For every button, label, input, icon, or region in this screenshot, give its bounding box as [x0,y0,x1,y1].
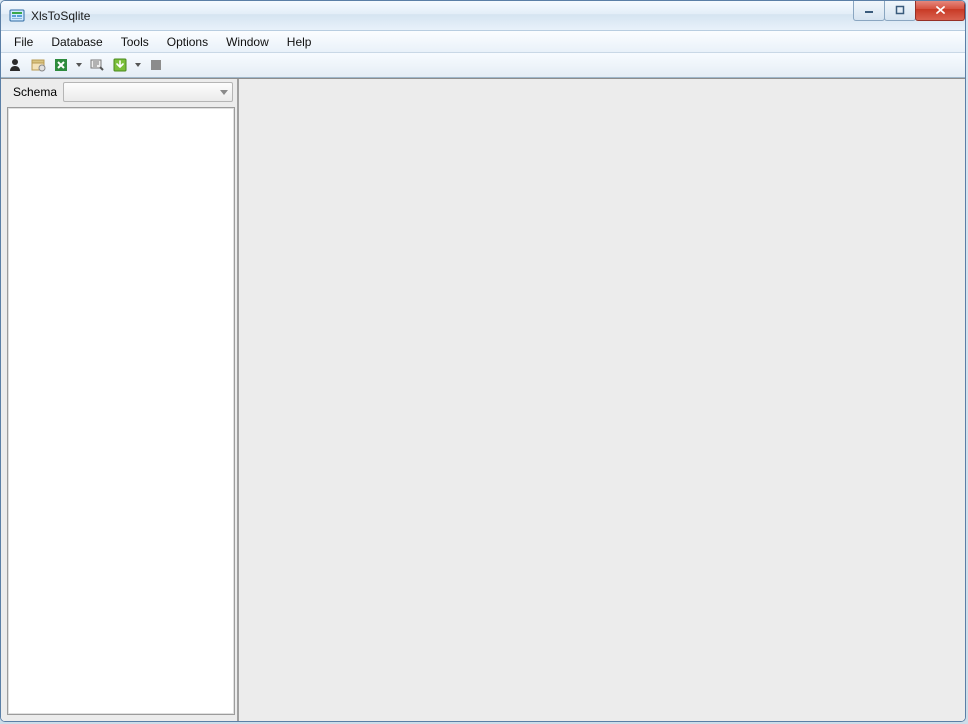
app-icon [9,8,25,24]
app-window: XlsToSqlite File Database Tools Options … [0,0,966,722]
menu-database[interactable]: Database [42,31,111,52]
schema-tree[interactable] [7,107,235,715]
menu-help[interactable]: Help [278,31,321,52]
stop-icon[interactable] [146,55,166,75]
schema-label: Schema [13,85,57,99]
main-area[interactable] [243,79,965,721]
menu-bar: File Database Tools Options Window Help [1,31,965,53]
window-title: XlsToSqlite [31,9,90,23]
schema-combo[interactable] [63,82,233,102]
minimize-button[interactable] [853,0,885,21]
menu-tools[interactable]: Tools [112,31,158,52]
logon-icon[interactable] [5,55,25,75]
open-table-icon[interactable] [28,55,48,75]
sidebar: Schema [1,79,239,721]
export-icon[interactable] [110,55,130,75]
query-icon[interactable] [87,55,107,75]
excel-dropdown-icon[interactable] [74,55,84,75]
toolbar [1,53,965,78]
menu-file[interactable]: File [5,31,42,52]
title-bar[interactable]: XlsToSqlite [1,1,965,31]
schema-row: Schema [1,79,237,105]
excel-icon[interactable] [51,55,71,75]
window-controls [854,0,965,21]
export-dropdown-icon[interactable] [133,55,143,75]
close-button[interactable] [915,0,965,21]
maximize-button[interactable] [884,0,916,21]
menu-window[interactable]: Window [217,31,278,52]
client-area: Schema [1,78,965,721]
menu-options[interactable]: Options [158,31,217,52]
